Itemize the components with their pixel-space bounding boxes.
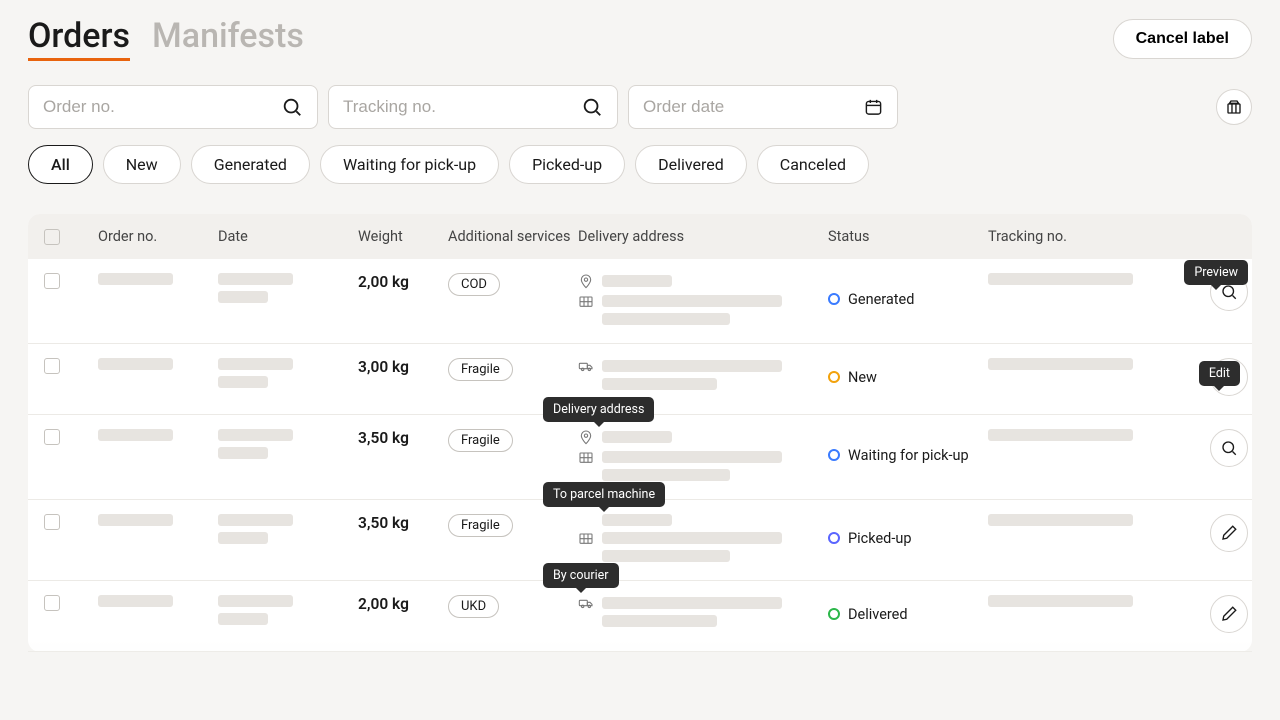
filter-all[interactable]: All bbox=[28, 145, 93, 184]
tooltip-delivery: Delivery address bbox=[543, 397, 654, 422]
tooltip-delivery: By courier bbox=[543, 563, 619, 588]
service-tag: COD bbox=[448, 273, 500, 296]
table-row[interactable]: 2,00 kgCOD Generated bbox=[28, 259, 1252, 344]
col-weight: Weight bbox=[358, 228, 448, 245]
row-checkbox[interactable] bbox=[44, 358, 60, 374]
col-order-no: Order no. bbox=[98, 228, 218, 245]
status-label: New bbox=[848, 369, 877, 386]
weight-value: 2,00 kg bbox=[358, 595, 448, 633]
service-tag: Fragile bbox=[448, 358, 513, 381]
filter-generated[interactable]: Generated bbox=[191, 145, 310, 184]
preview-button[interactable] bbox=[1210, 429, 1248, 467]
edit-button[interactable] bbox=[1210, 595, 1248, 633]
weight-value: 3,00 kg bbox=[358, 358, 448, 396]
edit-button[interactable] bbox=[1210, 514, 1248, 552]
filter-picked-up[interactable]: Picked-up bbox=[509, 145, 625, 184]
weight-value: 2,00 kg bbox=[358, 273, 448, 325]
table-row[interactable]: 2,00 kgUKDBy courierDelivered bbox=[28, 581, 1252, 652]
select-all-checkbox[interactable] bbox=[44, 229, 60, 245]
status-label: Delivered bbox=[848, 606, 908, 623]
table-row[interactable]: 3,50 kgFragileTo parcel machinePicked-up bbox=[28, 500, 1252, 581]
status-label: Generated bbox=[848, 291, 914, 308]
filter-waiting[interactable]: Waiting for pick-up bbox=[320, 145, 499, 184]
status-filters: All New Generated Waiting for pick-up Pi… bbox=[28, 145, 1252, 184]
column-settings-button[interactable] bbox=[1216, 89, 1252, 125]
filter-canceled[interactable]: Canceled bbox=[757, 145, 869, 184]
tooltip-edit: Edit bbox=[1199, 361, 1240, 386]
col-address: Delivery address bbox=[578, 228, 828, 245]
calendar-icon bbox=[864, 96, 883, 118]
tracking-search-wrap[interactable] bbox=[328, 85, 618, 129]
row-checkbox[interactable] bbox=[44, 273, 60, 289]
search-icon bbox=[281, 96, 303, 118]
cancel-label-button[interactable]: Cancel label bbox=[1113, 19, 1252, 59]
col-status: Status bbox=[828, 228, 988, 245]
status-dot bbox=[828, 532, 840, 544]
tab-orders[interactable]: Orders bbox=[28, 16, 130, 61]
filter-new[interactable]: New bbox=[103, 145, 181, 184]
order-number-input[interactable] bbox=[43, 97, 281, 117]
status-dot bbox=[828, 371, 840, 383]
status-dot bbox=[828, 608, 840, 620]
filter-delivered[interactable]: Delivered bbox=[635, 145, 747, 184]
col-date: Date bbox=[218, 228, 358, 245]
tab-manifests[interactable]: Manifests bbox=[152, 16, 304, 56]
service-tag: UKD bbox=[448, 595, 499, 618]
search-icon bbox=[581, 96, 603, 118]
status-label: Waiting for pick-up bbox=[848, 447, 969, 464]
status-dot bbox=[828, 293, 840, 305]
status-label: Picked-up bbox=[848, 530, 911, 547]
date-search-wrap[interactable] bbox=[628, 85, 898, 129]
main-tabs: Orders Manifests bbox=[28, 16, 304, 61]
order-date-input[interactable] bbox=[643, 97, 864, 117]
columns-icon bbox=[1225, 98, 1243, 116]
tracking-number-input[interactable] bbox=[343, 97, 581, 117]
service-tag: Fragile bbox=[448, 429, 513, 452]
row-checkbox[interactable] bbox=[44, 514, 60, 530]
weight-value: 3,50 kg bbox=[358, 514, 448, 562]
col-tracking: Tracking no. bbox=[988, 228, 1178, 245]
service-tag: Fragile bbox=[448, 514, 513, 537]
col-services: Additional services bbox=[448, 228, 578, 245]
tooltip-delivery: To parcel machine bbox=[543, 482, 665, 507]
tooltip-preview: Preview bbox=[1184, 260, 1248, 285]
orders-table: Order no. Date Weight Additional service… bbox=[28, 214, 1252, 652]
weight-value: 3,50 kg bbox=[358, 429, 448, 481]
table-header: Order no. Date Weight Additional service… bbox=[28, 214, 1252, 259]
status-dot bbox=[828, 449, 840, 461]
row-checkbox[interactable] bbox=[44, 595, 60, 611]
row-checkbox[interactable] bbox=[44, 429, 60, 445]
order-search-wrap[interactable] bbox=[28, 85, 318, 129]
